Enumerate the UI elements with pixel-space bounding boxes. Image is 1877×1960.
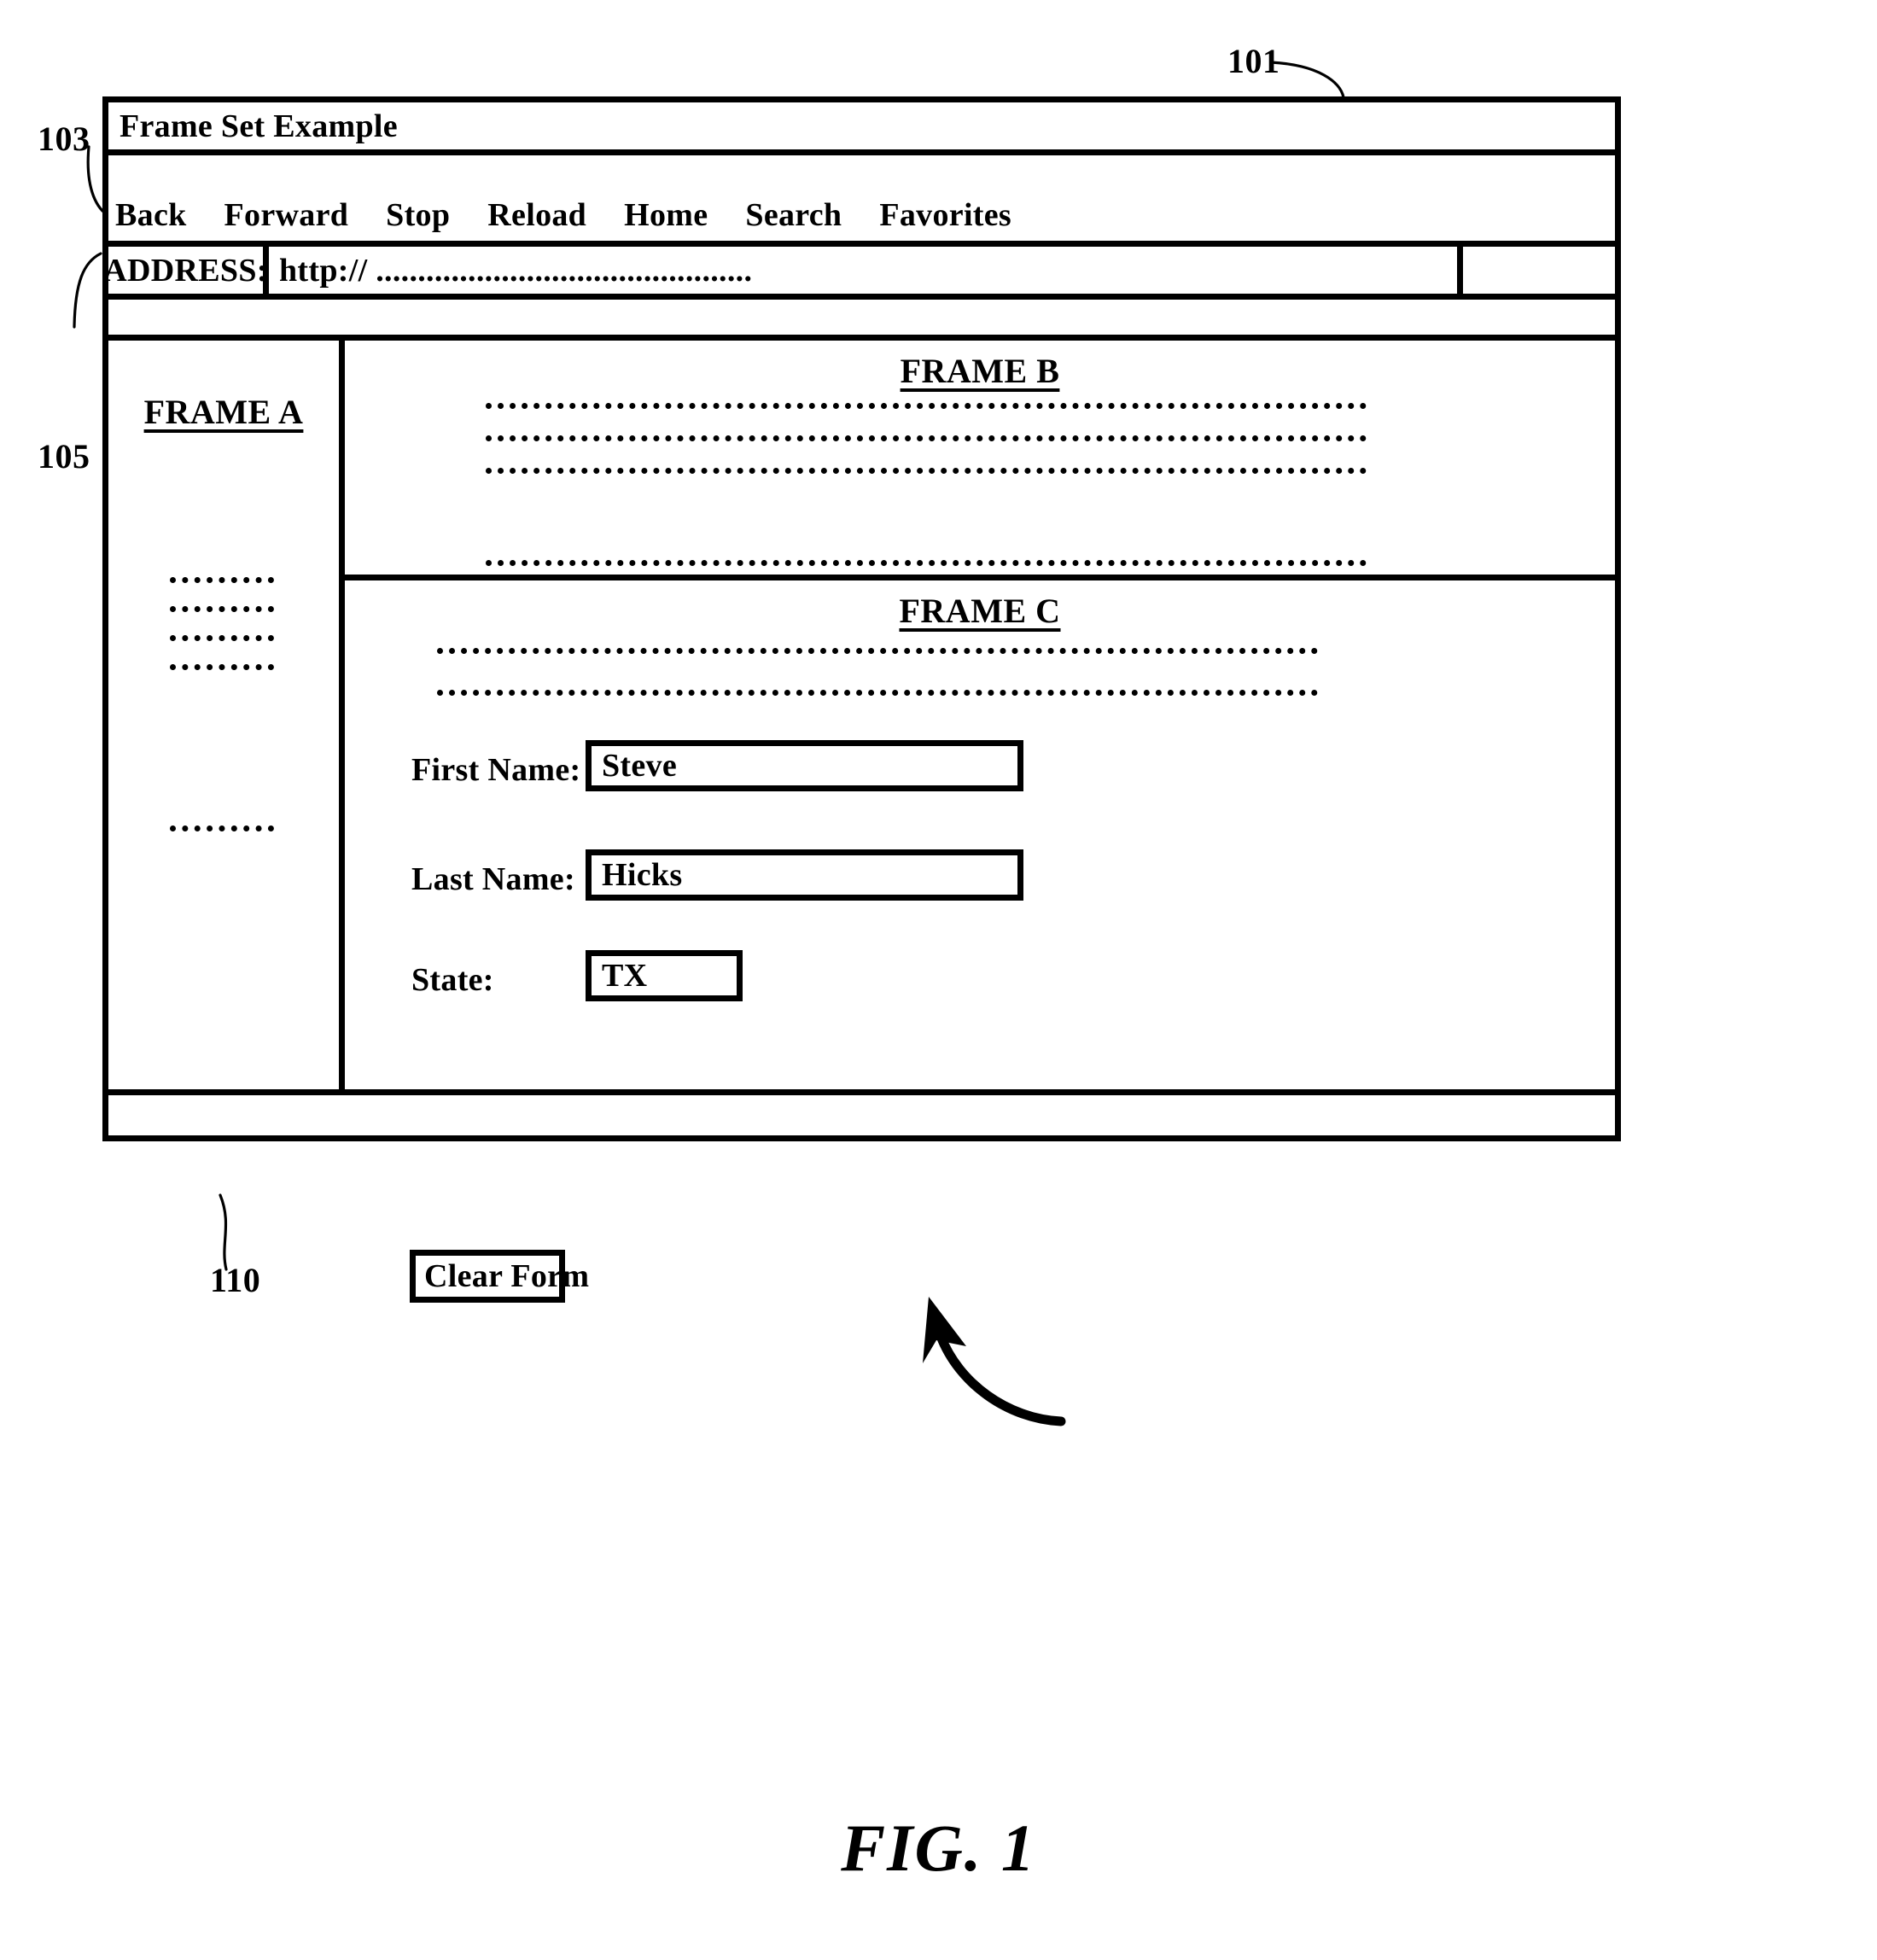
- dot-line: [486, 560, 1367, 566]
- ref-105: 105: [38, 437, 90, 475]
- first-name-value: Steve: [602, 748, 678, 784]
- frame-a-text-lines-top: [170, 577, 274, 670]
- favorites-button[interactable]: Favorites: [879, 196, 1011, 234]
- leader-101: [1269, 61, 1345, 99]
- first-name-label: First Name:: [411, 752, 581, 788]
- dot-line: [170, 577, 274, 583]
- frame-a[interactable]: FRAME A: [108, 341, 345, 1089]
- frame-a-heading: FRAME A: [143, 393, 304, 431]
- last-name-label: Last Name:: [411, 861, 575, 897]
- address-go-box[interactable]: [1463, 247, 1615, 294]
- address-input[interactable]: http:// ................................…: [269, 247, 1463, 294]
- browser-toolbar: Back Forward Stop Reload Home Search Fav…: [108, 155, 1615, 247]
- figure-caption: FIG. 1: [841, 1811, 1036, 1885]
- dot-line: [486, 403, 1367, 409]
- state-label: State:: [411, 962, 494, 998]
- dot-line: [486, 468, 1367, 474]
- frame-b-text-lines: [486, 403, 1367, 474]
- last-name-input[interactable]: Hicks: [586, 849, 1023, 901]
- last-name-value: Hicks: [602, 857, 683, 893]
- back-button[interactable]: Back: [115, 196, 187, 234]
- title-bar: Frame Set Example: [108, 102, 1615, 155]
- frame-b-heading-wrap: FRAME B: [345, 351, 1615, 391]
- dot-line: [170, 606, 274, 612]
- frame-c-form: First Name: Steve Last Name: Hicks State…: [345, 580, 1615, 1303]
- cursor-arrow-115: [923, 1297, 1066, 1426]
- state-value: TX: [602, 958, 648, 994]
- links-bar: [108, 300, 1615, 341]
- stop-button[interactable]: Stop: [386, 196, 450, 234]
- address-label-text: ADDRESS:: [103, 252, 268, 289]
- clear-form-button-label: Clear Form: [424, 1258, 590, 1294]
- frame-a-text-lines-bottom: [170, 825, 274, 831]
- forward-button[interactable]: Forward: [224, 196, 349, 234]
- browser-window: Frame Set Example Back Forward Stop Relo…: [102, 96, 1621, 1303]
- frames-b-c-column: FRAME B FRAME C First Name: Steve Last N…: [345, 341, 1615, 1303]
- address-bar: ADDRESS: http:// .......................…: [103, 247, 1615, 300]
- frame-c[interactable]: FRAME C First Name: Steve Last Name: Hic…: [345, 580, 1615, 1303]
- leader-105: [73, 252, 102, 329]
- reload-button[interactable]: Reload: [487, 196, 586, 234]
- leader-110: [219, 1193, 228, 1271]
- address-label: ADDRESS:: [103, 247, 269, 294]
- ref-101: 101: [1227, 42, 1280, 80]
- ref-110: 110: [210, 1261, 261, 1299]
- frameset-content: FRAME A FRAME B FRAME C First Name: Stev…: [108, 341, 1615, 1303]
- clear-form-button[interactable]: Clear Form: [410, 1250, 589, 1303]
- leader-103: [86, 145, 104, 213]
- frame-b-text-line-bottom: [486, 560, 1367, 566]
- first-name-input[interactable]: Steve: [586, 740, 1023, 791]
- frame-b[interactable]: FRAME B: [345, 341, 1615, 580]
- address-input-value: http:// ................................…: [279, 252, 753, 289]
- dot-line: [170, 635, 274, 641]
- dot-line: [170, 825, 274, 831]
- dot-line: [170, 664, 274, 670]
- status-bar: [108, 1089, 1615, 1141]
- frame-b-heading: FRAME B: [900, 352, 1060, 390]
- home-button[interactable]: Home: [624, 196, 708, 234]
- search-button[interactable]: Search: [745, 196, 842, 234]
- state-input[interactable]: TX: [586, 950, 743, 1001]
- dot-line: [486, 435, 1367, 441]
- ref-103: 103: [38, 120, 90, 158]
- window-title: Frame Set Example: [119, 108, 398, 144]
